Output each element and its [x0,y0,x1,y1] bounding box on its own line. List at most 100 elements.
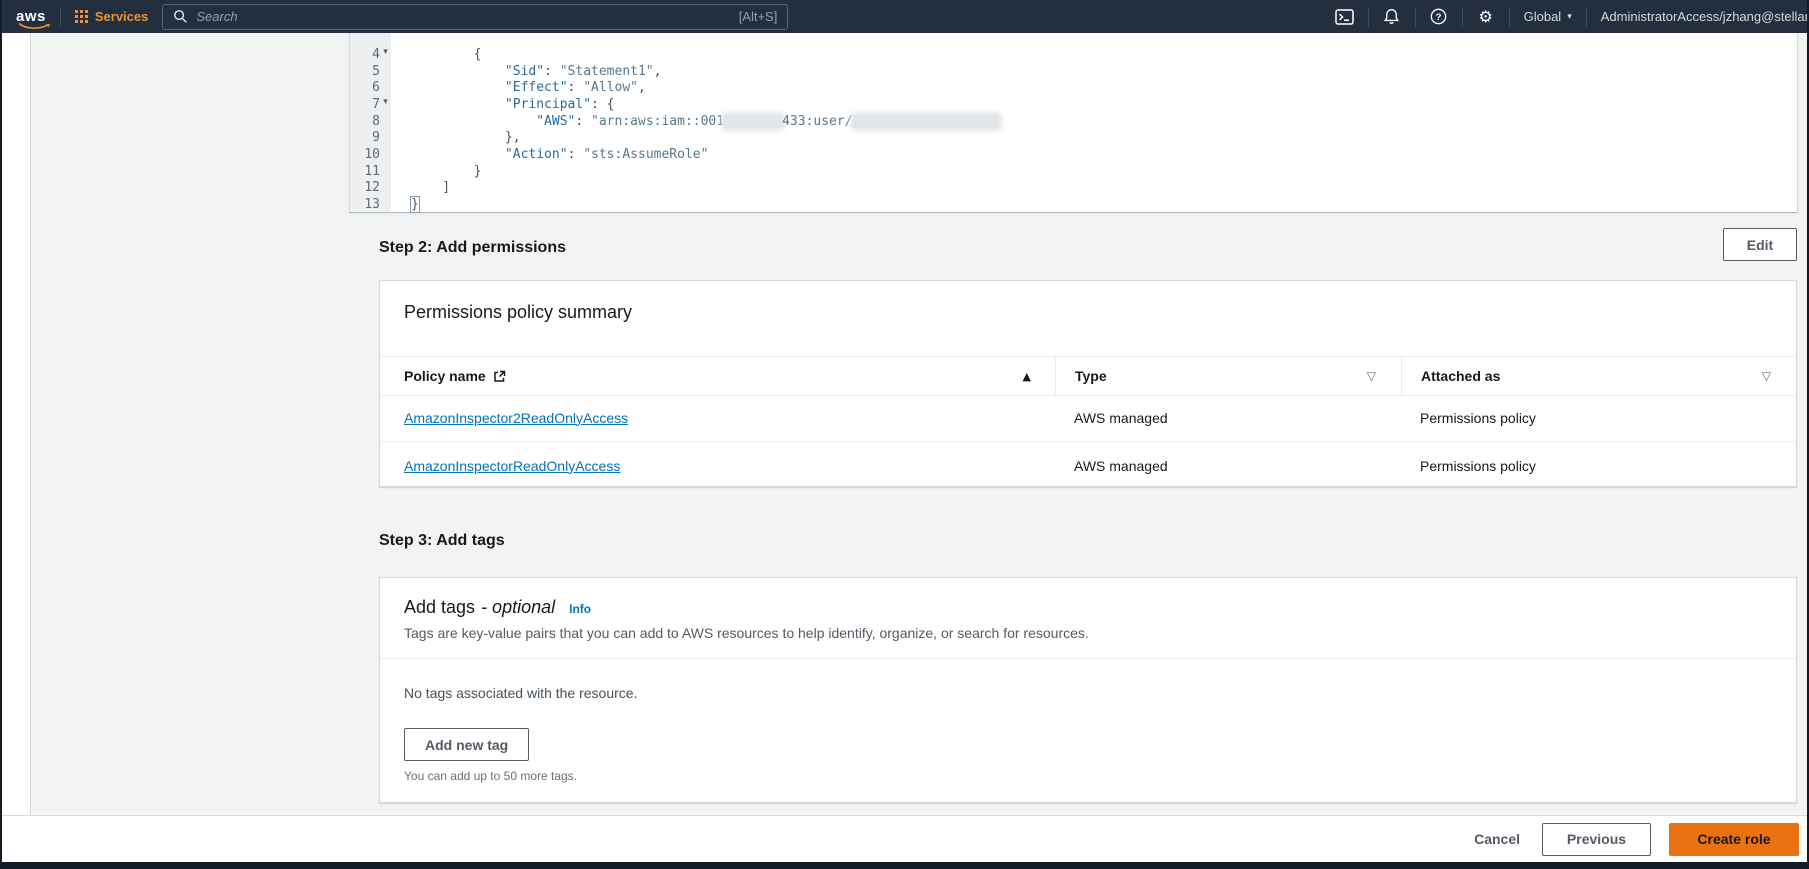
region-label: Global [1523,9,1562,24]
code-line: 5 "Sid": "Statement1", [350,63,1797,80]
sort-ascending-icon[interactable]: ▲ [1023,370,1031,383]
cloudshell-terminal-icon [1335,8,1354,25]
nav-right-group: ? ⚙ Global ▾ AdministratorAccess/jzhang@… [1322,0,1809,33]
policy-attached-as: Permissions policy [1420,457,1536,474]
previous-button[interactable]: Previous [1542,822,1651,856]
line-number: 6 [372,80,380,96]
account-label: AdministratorAccess/jzhang@stellar [1600,9,1809,24]
svg-text:?: ? [1436,12,1442,23]
column-header-policy-name[interactable]: Policy name ▲ [380,357,1055,395]
line-number: 7 ▾ [350,97,391,112]
edit-permissions-button[interactable]: Edit [1723,228,1797,261]
add-tags-card-header: Add tags - optional Info Tags are key-va… [380,578,1796,659]
table-row: AmazonInspector2ReadOnlyAccess AWS manag… [380,394,1796,441]
no-tags-text: No tags associated with the resource. [404,685,638,701]
code-text: "Sid": "Statement1", [504,63,662,79]
fold-caret-icon[interactable]: ▾ [380,47,391,62]
table-row: AmazonInspectorReadOnlyAccess AWS manage… [380,441,1796,489]
window-edge [0,0,2,869]
help-button[interactable]: ? [1416,8,1462,25]
add-new-tag-button[interactable]: Add new tag [404,728,530,761]
code-line: 11 } [350,163,1797,180]
collapsed-side-panel[interactable] [2,33,31,815]
policy-table-header: Policy name ▲ Type ▽ Attached as ▽ [380,356,1796,396]
fold-caret-icon[interactable]: ▾ [380,97,391,112]
redacted-text [724,114,783,128]
account-menu-button[interactable]: AdministratorAccess/jzhang@stellar [1587,9,1809,24]
permissions-policy-summary-card: Permissions policy summary Policy name ▲… [379,280,1797,487]
optional-label: - optional [481,597,556,617]
region-selector[interactable]: Global ▾ [1510,9,1586,24]
search-icon [174,10,188,23]
bell-icon [1384,9,1400,24]
code-text: ] [411,180,451,196]
search-shortcut-hint: [Alt+S] [738,9,778,24]
code-text: } [411,163,482,179]
code-line: 10 "Action": "sts:AssumeRole" [350,146,1797,163]
services-label: Services [94,9,149,24]
external-link-icon [493,370,506,383]
cancel-button[interactable]: Cancel [1470,823,1524,856]
add-tags-title: Add tags - optional Info [404,597,1772,618]
code-line: 4 ▾ { [350,46,1797,63]
global-search-input[interactable]: Search [Alt+S] [162,3,789,30]
top-navigation-bar: aws Services Search [Alt+S] ? ⚙ Global ▾… [0,0,1809,33]
redacted-text [852,114,999,128]
add-tags-card: Add tags - optional Info Tags are key-va… [379,577,1797,803]
line-number: 11 [364,163,380,179]
code-line: 6 "Effect": "Allow", [350,79,1797,96]
settings-button[interactable]: ⚙ [1463,6,1509,26]
code-line: 9 }, [350,129,1797,146]
code-text: }, [411,130,521,146]
type-label: Type [1075,368,1107,384]
add-tags-title-text: Add tags [404,597,476,617]
wizard-footer: Cancel Previous Create role [2,815,1807,862]
code-text: { [411,46,482,62]
step3-heading: Step 3: Add tags [379,532,505,549]
code-line: 12 ] [350,180,1797,197]
add-tags-card-body: No tags associated with the resource. Ad… [380,659,1796,783]
line-number: 10 [364,146,380,162]
tag-limit-text: You can add up to 50 more tags. [404,769,578,783]
aws-console-create-role-page: aws Services Search [Alt+S] ? ⚙ Global ▾… [0,0,1809,869]
attached-as-label: Attached as [1421,368,1501,384]
policy-name-label: Policy name [404,368,486,384]
policy-link-amazoninspectorreadonlyaccess[interactable]: AmazonInspectorReadOnlyAccess [404,458,620,474]
search-placeholder: Search [196,9,238,24]
filter-icon[interactable]: ▽ [1762,369,1771,383]
window-edge [0,862,1809,869]
code-text: "Principal": { [504,96,615,112]
trust-policy-json-editor[interactable]: 4 ▾ {5 "Sid": "Statement1", 6 "Effect": "A… [349,33,1798,214]
permissions-card-title: Permissions policy summary [404,302,633,322]
column-header-type[interactable]: Type ▽ [1055,357,1401,395]
line-number: 12 [364,180,380,196]
info-link[interactable]: Info [569,602,591,616]
nav-divider [59,6,61,27]
line-number: 5 [372,63,380,79]
policy-type: AWS managed [1074,457,1168,474]
code-lines: 4 ▾ {5 "Sid": "Statement1", 6 "Effect": "A… [350,46,1797,214]
create-role-button[interactable]: Create role [1669,822,1799,856]
policy-link-amazoninspector2readonlyaccess[interactable]: AmazonInspector2ReadOnlyAccess [404,410,628,426]
code-text: "Action": "sts:AssumeRole" [504,146,709,162]
services-menu-button[interactable]: Services [74,9,149,24]
code-line: 8 "AWS": "arn:aws:iam::001 433:user/ [350,113,1797,130]
question-mark-icon: ? [1430,8,1447,25]
add-tags-description: Tags are key-value pairs that you can ad… [404,625,1089,641]
cloudshell-button[interactable] [1322,8,1368,25]
aws-logo[interactable]: aws [16,8,50,29]
column-header-attached-as[interactable]: Attached as ▽ [1401,357,1796,395]
line-number: 8 [372,113,380,129]
code-line: 7 ▾ "Principal": { [350,96,1797,113]
line-number: 9 [372,130,380,146]
notifications-button[interactable] [1369,8,1415,25]
line-number: 4 ▾ [350,47,391,62]
code-text: } [410,196,420,214]
step2-heading: Step 2: Add permissions [379,239,566,256]
code-line: 13} [350,196,1797,214]
gear-icon: ⚙ [1478,6,1493,26]
line-number: 13 [364,197,380,213]
filter-icon[interactable]: ▽ [1367,369,1376,383]
code-text: "Effect": "Allow", [504,80,646,96]
policy-type: AWS managed [1074,409,1168,426]
